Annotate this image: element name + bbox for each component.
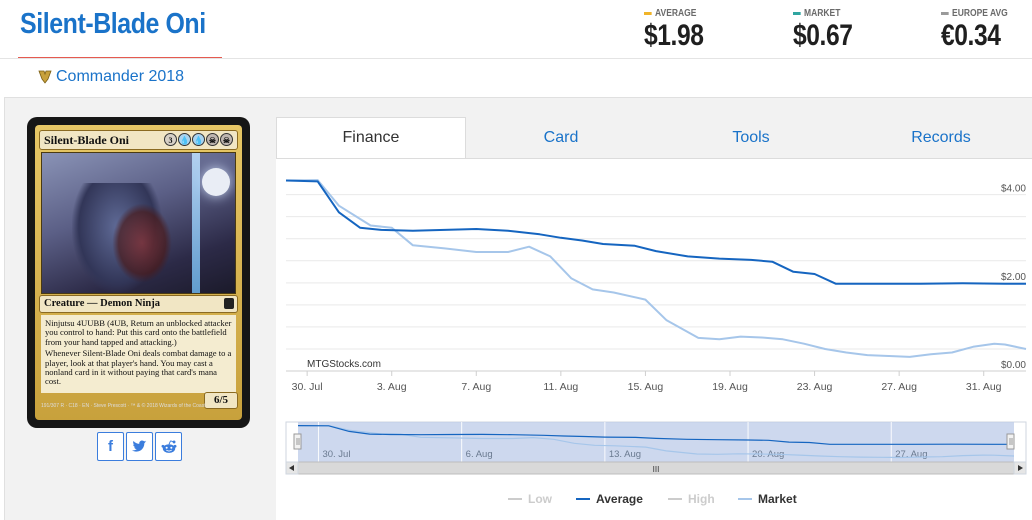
chart-series [285, 179, 1027, 358]
chart-area: $4.00 $2.00 $0.00 30. Jul 3. Aug 7. Aug 11. A… [276, 158, 1032, 520]
legend-label: Average [596, 492, 643, 506]
legend-label: Low [528, 492, 553, 506]
scroll-right-arrow[interactable] [1013, 461, 1027, 475]
market-value: $0.67 [793, 19, 853, 52]
twitter-icon [132, 440, 147, 452]
navigator-tick-label: 30. Jul [322, 449, 350, 460]
card-type-line: Creature — Demon Ninja [39, 295, 238, 313]
scroll-left-arrow[interactable] [285, 461, 299, 475]
x-tick-label: 31. Aug [966, 381, 1002, 393]
card-title: Silent-Blade Oni [20, 8, 206, 40]
europe-dash-icon [941, 12, 949, 15]
card-image-name-bar: Silent-Blade Oni 3 💧 💧 ☠ ☠ [39, 130, 238, 150]
y-tick-label: $0.00 [1001, 360, 1026, 371]
black-mana-icon: ☠ [206, 133, 219, 146]
navigator-tick-label: 6. Aug [466, 449, 493, 460]
europe-value: €0.34 [941, 19, 1001, 52]
tab-tools[interactable]: Tools [656, 117, 846, 158]
market-label: MARKET [804, 8, 841, 19]
legend-item-low[interactable]: Low [508, 492, 553, 506]
x-tick-label: 11. Aug [543, 381, 578, 393]
legend-item-market[interactable]: Market [738, 492, 797, 506]
card-rules-text: Ninjutsu 4UUBB (4UB, Return an unblocked… [41, 315, 236, 393]
generic-mana-icon: 3 [164, 133, 177, 146]
share-buttons: f [97, 432, 182, 461]
tab-bar: Finance Card Tools Records [276, 117, 1032, 158]
set-name: Commander 2018 [56, 68, 185, 85]
europe-label: EUROPE AVG [952, 8, 1008, 19]
chart-watermark: MTGStocks.com [307, 359, 381, 370]
average-value: $1.98 [644, 19, 704, 52]
price-europe: EUROPE AVG €0.34 [941, 8, 1020, 53]
blue-mana-icon: 💧 [192, 133, 205, 146]
legend-item-high[interactable]: High [668, 492, 715, 506]
y-axis-ticks: $4.00 $2.00 $0.00 [1001, 184, 1026, 371]
chart-legend: Low Average High Market [508, 492, 797, 506]
tab-records[interactable]: Records [846, 117, 1032, 158]
card-image-name: Silent-Blade Oni [44, 133, 130, 147]
header-divider [0, 58, 1032, 59]
ability-text: Whenever Silent-Blade Oni deals combat d… [45, 348, 232, 387]
ninjutsu-text: Ninjutsu 4UUBB (4UB, Return an unblocked… [45, 318, 232, 347]
scrollbar-thumb-grip: III [653, 465, 660, 474]
card-image[interactable]: Silent-Blade Oni 3 💧 💧 ☠ ☠ Creature — De… [27, 117, 250, 428]
card-art [41, 152, 236, 294]
reddit-share-button[interactable] [155, 432, 182, 461]
navigator-left-handle[interactable] [293, 433, 302, 450]
navigator-tick-label: 27. Aug [895, 449, 927, 460]
twitter-share-button[interactable] [126, 432, 153, 461]
price-chart[interactable]: $4.00 $2.00 $0.00 30. Jul 3. Aug 7. Aug 11. A… [276, 159, 1032, 520]
tab-finance[interactable]: Finance [276, 117, 466, 158]
x-tick-label: 7. Aug [461, 381, 491, 393]
legend-label: Market [758, 492, 797, 506]
mana-cost: 3 💧 💧 ☠ ☠ [164, 133, 233, 146]
legend-item-average[interactable]: Average [576, 492, 643, 506]
set-symbol-icon [38, 70, 52, 84]
facebook-icon: f [108, 438, 113, 455]
black-mana-icon: ☠ [220, 133, 233, 146]
market-dash-icon [793, 12, 801, 15]
header: Silent-Blade Oni Commander 2018 AVERAGE … [0, 0, 1032, 98]
tab-card[interactable]: Card [466, 117, 656, 158]
x-tick-label: 27. Aug [881, 381, 917, 393]
blue-mana-icon: 💧 [178, 133, 191, 146]
x-tick-label: 23. Aug [797, 381, 833, 393]
legend-label: High [688, 492, 715, 506]
average-label: AVERAGE [655, 8, 697, 19]
card-footer: 191/307 R · C18 · EN · Steve Prescott · … [41, 403, 206, 409]
x-tick-label: 19. Aug [712, 381, 748, 393]
x-axis-ticks: 30. Jul 3. Aug 7. Aug 11. Aug 15. Aug 19. Aug… [292, 371, 1002, 393]
set-link[interactable]: Commander 2018 [38, 68, 184, 86]
y-tick-label: $4.00 [1001, 184, 1026, 195]
price-average: AVERAGE $1.98 [644, 8, 717, 53]
x-tick-label: 15. Aug [628, 381, 664, 393]
facebook-share-button[interactable]: f [97, 432, 124, 461]
price-market: MARKET $0.67 [793, 8, 866, 53]
y-tick-label: $2.00 [1001, 272, 1026, 283]
reddit-icon [161, 439, 176, 453]
average-dash-icon [644, 12, 652, 15]
x-tick-label: 3. Aug [377, 381, 407, 393]
navigator-tick-label: 13. Aug [609, 449, 641, 460]
page-root: Silent-Blade Oni Commander 2018 AVERAGE … [0, 0, 1032, 520]
series-line-market [285, 179, 1027, 358]
set-symbol-icon [224, 298, 234, 309]
navigator-right-handle[interactable] [1006, 433, 1015, 450]
x-tick-label: 30. Jul [292, 381, 323, 393]
